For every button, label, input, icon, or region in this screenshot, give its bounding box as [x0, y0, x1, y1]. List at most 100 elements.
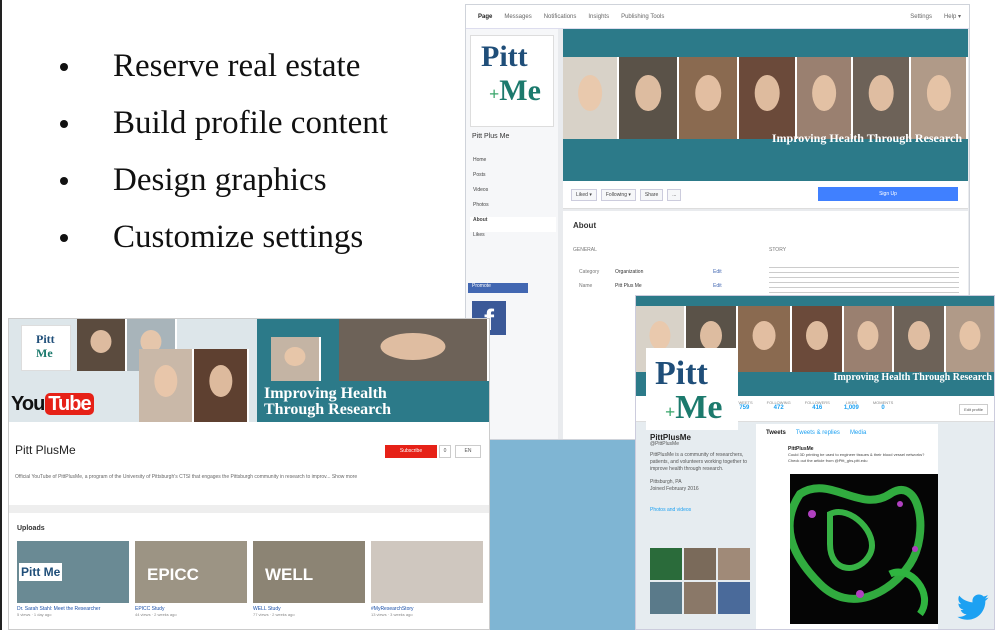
photo-person	[339, 319, 489, 381]
slide-border	[0, 0, 2, 630]
photos-videos-link[interactable]: Photos and videos	[650, 507, 750, 514]
tab-tweets-replies[interactable]: Tweets & replies	[796, 430, 840, 436]
bullet-list: Reserve real estate Build profile conten…	[60, 38, 388, 266]
stat-following[interactable]: FOLLOWING 472	[767, 400, 791, 411]
banner-tagline: Improving Health Through Research	[264, 386, 391, 418]
thumbnail-text: Pitt Me	[19, 563, 63, 581]
photo-thumb[interactable]	[684, 582, 716, 614]
logo-plus: +	[489, 84, 500, 104]
video-thumbnail[interactable]: EPICC	[135, 541, 247, 603]
video-thumbnail[interactable]: Pitt Me	[17, 541, 129, 603]
cover-photo-collage	[563, 57, 968, 139]
edit-link[interactable]: Edit	[713, 283, 722, 289]
stat-tweets[interactable]: TWEETS 759	[736, 400, 753, 411]
photo-person	[792, 306, 844, 372]
tab-insights[interactable]: Insights	[588, 14, 609, 20]
video-meta: 13 views · 3 weeks ago	[371, 612, 413, 617]
share-button[interactable]: Share	[639, 189, 664, 201]
story-label: STORY	[769, 247, 787, 253]
tab-page[interactable]: Page	[478, 14, 492, 20]
tab-tweets[interactable]: Tweets	[766, 430, 786, 436]
language-selector[interactable]: EN	[455, 445, 481, 458]
stat-moments[interactable]: MOMENTS 0	[873, 400, 893, 411]
youtube-channel-banner: Pitt Me Improving Health Through Researc…	[9, 319, 489, 422]
nav-photos[interactable]: Photos	[470, 202, 556, 217]
feed-tabs: Tweets Tweets & replies Media	[766, 430, 866, 436]
tab-media[interactable]: Media	[850, 430, 866, 436]
facebook-tab-bar: Page Messages Notifications Insights Pub…	[466, 5, 969, 29]
stat-likes[interactable]: LIKES 1,009	[844, 400, 859, 411]
youtube-channel-name: Pitt PlusMe	[15, 443, 76, 457]
twitter-bird-icon	[957, 594, 989, 620]
bullet-dot	[60, 119, 68, 128]
logo-plus: +	[665, 402, 676, 422]
photo-person	[563, 57, 619, 139]
tweet-feed: Tweets Tweets & replies Media PittPlusMe…	[756, 424, 938, 629]
video-thumbnail[interactable]: WELL	[253, 541, 365, 603]
video-card[interactable]: EPICC EPICC Study 44 views · 2 weeks ago	[135, 541, 247, 617]
microscopy-image	[790, 484, 929, 617]
video-thumbnail[interactable]	[371, 541, 483, 603]
logo-line-me: Me	[36, 346, 53, 360]
profile-name: PittPlusMe	[650, 433, 691, 442]
youtube-channel-screenshot: Pitt Me Improving Health Through Researc…	[8, 318, 490, 630]
logo-line-pitt: Pitt	[655, 355, 708, 392]
uploads-label: Uploads	[17, 525, 45, 532]
video-card[interactable]: WELL WELL Study 77 views · 2 weeks ago	[253, 541, 365, 617]
photo-thumb[interactable]	[718, 582, 750, 614]
tweet-text: Could 3D printing be used to engineer ti…	[788, 452, 925, 463]
promote-button[interactable]: Promote	[468, 283, 528, 293]
tab-notifications[interactable]: Notifications	[544, 14, 577, 20]
name-value: Pitt Plus Me	[615, 283, 642, 289]
video-card[interactable]: #MyResearchStory 13 views · 3 weeks ago	[371, 541, 483, 617]
photo-person	[738, 306, 792, 372]
photo-person	[797, 57, 853, 139]
edit-profile-button[interactable]: Edit profile	[959, 404, 988, 415]
following-button[interactable]: Following ▾	[600, 189, 636, 201]
nav-videos[interactable]: Videos	[470, 187, 556, 202]
profile-location: Pittsburgh, PA	[650, 479, 682, 485]
photo-thumb[interactable]	[684, 548, 716, 580]
nav-posts[interactable]: Posts	[470, 172, 556, 187]
facebook-page-name: Pitt Plus Me	[472, 133, 510, 140]
tweet-item[interactable]: PittPlusMe Could 3D printing be used to …	[766, 446, 932, 464]
stat-value: 1,009	[843, 405, 859, 411]
photo-thumb[interactable]	[650, 548, 682, 580]
photo-person	[139, 349, 194, 422]
youtube-logo-tube: Tube	[45, 393, 94, 415]
tweet-image[interactable]	[790, 474, 938, 624]
pitt-plus-me-logo: Pitt Me	[21, 325, 71, 371]
profile-sidebar: PittPlusMe @PittPlusMe PittPlusMe is a c…	[650, 434, 750, 514]
tab-help[interactable]: Help ▾	[944, 13, 961, 20]
nav-home[interactable]: Home	[470, 157, 556, 172]
edit-link[interactable]: Edit	[713, 269, 722, 275]
sign-up-button[interactable]: Sign Up	[818, 187, 958, 201]
stat-followers[interactable]: FOLLOWERS 416	[805, 400, 830, 411]
more-button[interactable]: ...	[667, 189, 682, 201]
cover-tagline: Improving Health Through Research	[771, 131, 962, 145]
photo-person	[911, 57, 968, 139]
profile-bio: PittPlusMe is a community of researchers…	[650, 452, 748, 472]
photo-thumb[interactable]	[650, 582, 682, 614]
liked-button[interactable]: Liked ▾	[571, 189, 597, 201]
section-divider	[9, 505, 489, 513]
bullet-dot	[60, 62, 68, 71]
tab-publishing-tools[interactable]: Publishing Tools	[621, 14, 664, 20]
header-tagline: Improving Health Through Research	[833, 372, 992, 383]
tab-messages[interactable]: Messages	[504, 14, 531, 20]
category-label: Category	[579, 269, 600, 275]
youtube-logo: You Tube	[11, 393, 94, 416]
stat-value: 472	[773, 405, 784, 411]
subscribe-button[interactable]: Subscribe	[385, 445, 437, 458]
tab-settings[interactable]: Settings	[910, 14, 932, 20]
photo-person	[739, 57, 797, 139]
bullet-dot	[60, 233, 68, 242]
nav-about[interactable]: About	[470, 217, 556, 232]
photo-thumb[interactable]	[718, 548, 750, 580]
nav-likes[interactable]: Likes	[470, 232, 556, 247]
bullet-dot	[60, 176, 68, 185]
photo-person	[271, 337, 321, 381]
photo-person	[844, 306, 894, 372]
facebook-page-nav: Home Posts Videos Photos About Likes	[470, 157, 556, 247]
video-card[interactable]: Pitt Me Dr. Sarah Stahl: Meet the Resear…	[17, 541, 129, 617]
